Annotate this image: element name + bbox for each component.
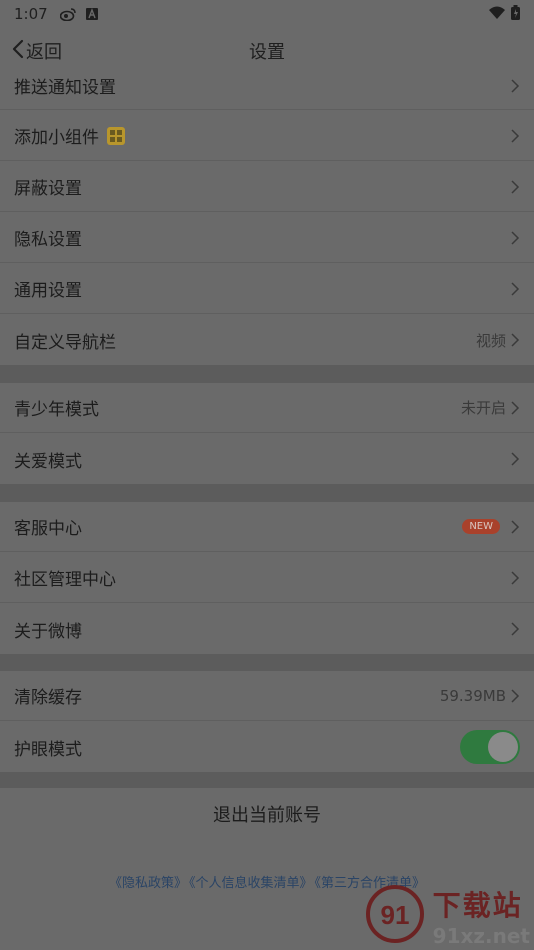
a-icon [84, 7, 100, 21]
row-right [510, 281, 520, 297]
chevron-left-icon [12, 39, 26, 64]
battery-icon [511, 4, 520, 24]
row-label: 关爱模式 [14, 451, 82, 472]
row-label: 关于微博 [14, 621, 82, 642]
row-label: 清除缓存 [14, 688, 82, 708]
row-right [510, 451, 520, 467]
chevron-right-icon [511, 688, 520, 703]
chevron-right-icon [511, 230, 520, 245]
row-right [510, 230, 520, 246]
page-title: 设置 [249, 42, 285, 63]
row-label: 青少年模式 [14, 400, 99, 420]
section-gap [0, 484, 534, 502]
row-right [510, 179, 520, 195]
row-label: 护眼模式 [14, 739, 82, 760]
row-label: 社区管理中心 [14, 570, 116, 590]
row-right: 视频 [476, 330, 520, 351]
back-label: 返回 [26, 42, 62, 63]
row-community-management[interactable]: 社区管理中心 [0, 553, 534, 603]
privacy-policy-link[interactable]: 《隐私政策》 [109, 876, 187, 891]
section-gap [0, 772, 534, 788]
status-right [489, 4, 520, 24]
chevron-right-icon [511, 333, 520, 347]
wifi-icon [489, 5, 505, 23]
row-right: NEW [462, 519, 520, 535]
row-label: 隐私设置 [14, 230, 82, 250]
row-eye-protection: 护眼模式 [0, 722, 534, 772]
chevron-right-icon [511, 452, 520, 466]
row-general-settings[interactable]: 通用设置 [0, 264, 534, 314]
row-right: 59.39MB [440, 687, 520, 705]
chevron-right-icon [511, 570, 520, 585]
svg-text:91: 91 [380, 900, 409, 930]
status-time: 1:07 [14, 5, 48, 23]
watermark: 91 下载站 91xz.net [365, 884, 530, 948]
row-value: 未开启 [460, 399, 506, 417]
new-badge: NEW [462, 519, 500, 534]
row-about-weibo[interactable]: 关于微博 [0, 604, 534, 654]
row-block-settings[interactable]: 屏蔽设置 [0, 162, 534, 212]
chevron-right-icon [511, 128, 520, 143]
toggle-knob [488, 732, 518, 762]
row-label: 推送通知设置 [14, 78, 116, 98]
chevron-right-icon [511, 78, 520, 93]
watermark-bottom: 91xz.net [432, 924, 530, 948]
chevron-right-icon [511, 519, 520, 534]
row-label: 自定义导航栏 [14, 332, 116, 353]
row-right [510, 621, 520, 637]
row-privacy-settings[interactable]: 隐私设置 [0, 213, 534, 263]
personal-info-list-link[interactable]: 《个人信息收集清单》 [189, 876, 313, 891]
row-right: 未开启 [461, 397, 520, 418]
logout-button[interactable]: 退出当前账号 [0, 788, 534, 840]
row-care-mode[interactable]: 关爱模式 [0, 434, 534, 484]
watermark-text: 下载站 91xz.net [433, 884, 530, 948]
row-value: 59.39MB [439, 686, 506, 705]
row-add-widget[interactable]: 添加小组件 [0, 111, 534, 161]
row-label: 通用设置 [14, 281, 82, 301]
row-clear-cache[interactable]: 清除缓存 59.39MB [0, 671, 534, 721]
weibo-icon [59, 7, 76, 21]
eye-protection-toggle[interactable] [460, 730, 520, 764]
row-right [510, 570, 520, 586]
watermark-top: 下载站 [432, 889, 523, 922]
widget-icon [107, 126, 125, 145]
chevron-right-icon [511, 179, 520, 194]
row-value: 视频 [475, 331, 506, 350]
row-right [510, 128, 520, 144]
row-label: 添加小组件 [14, 128, 99, 148]
row-push-notification[interactable]: 推送通知设置 [0, 62, 534, 110]
row-right [460, 730, 520, 764]
chevron-right-icon [511, 400, 520, 415]
row-teen-mode[interactable]: 青少年模式 未开启 [0, 383, 534, 433]
chevron-right-icon [511, 622, 520, 636]
row-label: 客服中心 [14, 519, 82, 539]
row-label: 屏蔽设置 [14, 179, 82, 199]
logout-label: 退出当前账号 [213, 805, 321, 826]
row-right [510, 78, 520, 94]
row-customer-service[interactable]: 客服中心 NEW [0, 502, 534, 552]
row-custom-nav[interactable]: 自定义导航栏 视频 [0, 315, 534, 365]
watermark-logo-icon: 91 [365, 884, 429, 948]
status-bar: 1:07 [0, 0, 534, 28]
section-gap [0, 365, 534, 383]
chevron-right-icon [511, 281, 520, 296]
section-gap [0, 654, 534, 671]
